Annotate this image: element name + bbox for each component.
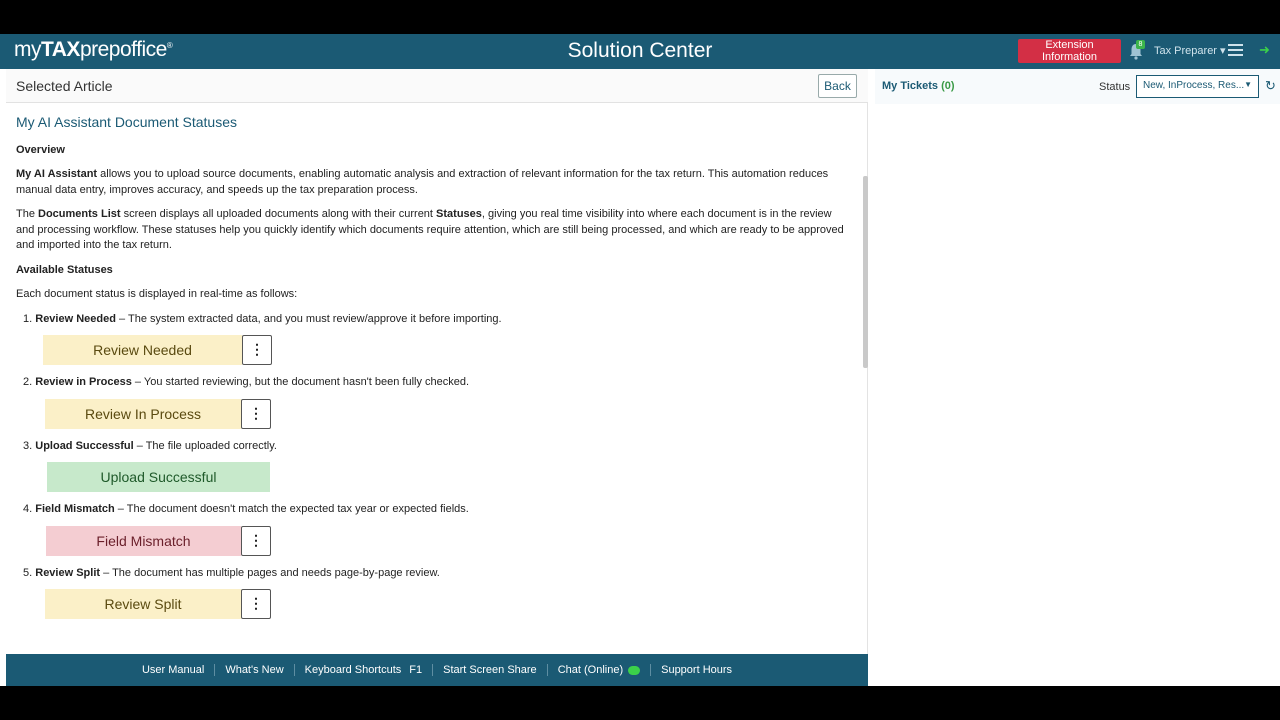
article-scrollbar[interactable]	[863, 176, 868, 368]
status-item-review-needed: 1. Review Needed – The system extracted …	[23, 312, 502, 325]
chevron-down-icon: ▼	[1244, 80, 1252, 89]
footer-link-start-screen-share[interactable]: Start Screen Share	[433, 664, 548, 676]
status-pill-review-in-process: Review In Process ⋮	[16, 398, 852, 429]
status-pill-label: Upload Successful	[47, 462, 270, 492]
kebab-menu-icon[interactable]: ⋮	[241, 589, 271, 619]
status-item-upload-successful: 3. Upload Successful – The file uploaded…	[23, 439, 277, 452]
tickets-header: My Tickets (0) Status New, InProcess, Re…	[875, 69, 1280, 104]
status-pill-label: Review In Process	[45, 398, 241, 429]
kebab-menu-icon[interactable]: ⋮	[241, 525, 271, 556]
letterbox-bottom	[0, 686, 1280, 720]
letterbox-top	[0, 0, 1280, 34]
panel-title: Selected Article	[16, 78, 113, 94]
screen-frame: myTAXprepoffice® Solution Center Extensi…	[0, 0, 1280, 720]
status-filter-select[interactable]: New, InProcess, Res... ▼	[1136, 75, 1259, 98]
status-pill-label: Review Split	[45, 589, 241, 619]
my-tickets-label[interactable]: My Tickets (0)	[882, 80, 955, 92]
status-pill-review-split: Review Split ⋮	[16, 589, 852, 619]
article-body: My AI Assistant Document Statuses Overvi…	[16, 114, 852, 629]
status-pill-label: Review Needed	[43, 335, 242, 365]
statuses-intro: Each document status is displayed in rea…	[16, 288, 298, 300]
status-item-review-split: 5. Review Split – The document has multi…	[23, 566, 440, 579]
footer-bar: User Manual What's New Keyboard Shortcut…	[6, 654, 868, 686]
back-button[interactable]: Back	[818, 74, 857, 98]
status-pill-upload-successful: Upload Successful	[16, 462, 852, 492]
status-pill-label: Field Mismatch	[46, 525, 241, 556]
exit-icon[interactable]: ➜	[1259, 43, 1273, 57]
user-menu-dropdown[interactable]: Tax Preparer ▾	[1154, 44, 1226, 57]
app-header: myTAXprepoffice® Solution Center Extensi…	[0, 34, 1280, 69]
kebab-menu-icon[interactable]: ⋮	[242, 335, 272, 365]
hamburger-icon[interactable]	[1228, 44, 1243, 56]
app-logo[interactable]: myTAXprepoffice®	[14, 38, 173, 62]
app-window: myTAXprepoffice® Solution Center Extensi…	[0, 34, 1280, 686]
status-pill-review-needed: Review Needed ⋮	[16, 335, 852, 365]
extension-information-button[interactable]: Extension Information	[1018, 39, 1121, 63]
footer-link-keyboard-shortcuts[interactable]: Keyboard Shortcuts F1	[295, 664, 434, 676]
footer-link-support-hours[interactable]: Support Hours	[651, 664, 742, 676]
status-pill-field-mismatch: Field Mismatch ⋮	[16, 525, 852, 556]
refresh-icon[interactable]: ↻	[1265, 78, 1276, 94]
footer-link-whats-new[interactable]: What's New	[215, 664, 295, 676]
status-item-field-mismatch: 4. Field Mismatch – The document doesn't…	[23, 503, 469, 515]
notification-badge: 8	[1136, 40, 1145, 49]
article-panel-header: Selected Article Back	[6, 69, 868, 103]
overview-paragraph-2: The Documents List screen displays all u…	[16, 208, 844, 251]
chat-bubble-icon	[628, 665, 641, 675]
overview-heading: Overview	[16, 143, 65, 156]
footer-link-user-manual[interactable]: User Manual	[132, 664, 216, 676]
overview-paragraph-1: My AI Assistant allows you to upload sou…	[16, 168, 829, 196]
status-filter-label: Status	[1099, 81, 1131, 93]
statuses-heading: Available Statuses	[16, 263, 113, 276]
footer-link-chat[interactable]: Chat (Online)	[548, 664, 652, 676]
status-item-review-in-process: 2. Review in Process – You started revie…	[23, 376, 470, 388]
footer-links: User Manual What's New Keyboard Shortcut…	[6, 654, 868, 686]
tickets-panel: My Tickets (0) Status New, InProcess, Re…	[875, 69, 1280, 686]
article-title: My AI Assistant Document Statuses	[16, 114, 237, 130]
kebab-menu-icon[interactable]: ⋮	[241, 398, 271, 429]
article-panel: Selected Article Back My AI Assistant Do…	[6, 69, 868, 686]
